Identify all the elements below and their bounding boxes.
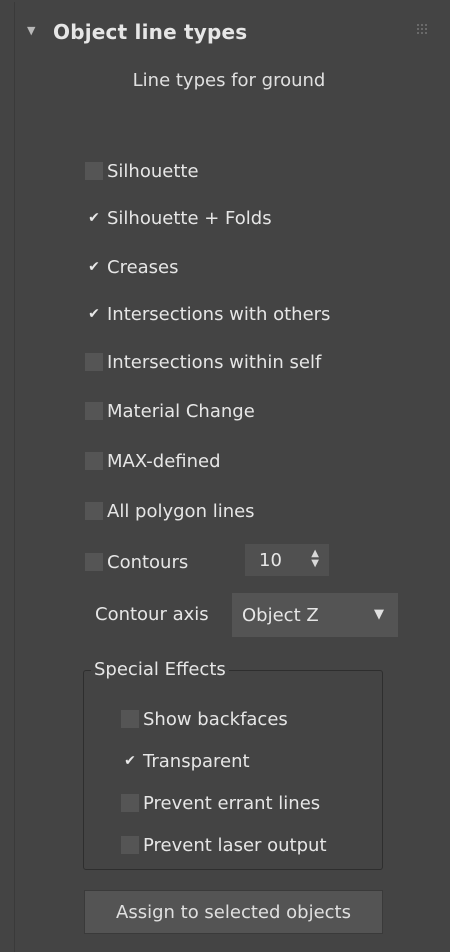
contour-axis-value: Object Z [242,604,319,626]
checkmark-icon[interactable]: ✔ [85,305,103,323]
checkbox-intersections-with-others[interactable]: ✔ Intersections with others [85,301,330,327]
contours-spinner[interactable]: 10 ▲ ▼ [245,544,329,576]
checkbox-box[interactable] [85,353,103,371]
checkmark-icon[interactable]: ✔ [85,209,103,227]
special-effects-title: Special Effects [91,659,229,680]
checkbox-box[interactable] [121,836,139,854]
rollout-title[interactable]: Object line types [53,20,247,44]
dropdown-arrow-icon[interactable]: ▼ [374,607,384,622]
checkbox-box[interactable] [121,710,139,728]
drag-grip-icon[interactable] [417,24,429,36]
checkmark-icon[interactable]: ✔ [121,752,139,770]
checkbox-label: Show backfaces [143,708,288,730]
checkbox-transparent[interactable]: ✔ Transparent [121,748,250,774]
spinner-arrows[interactable]: ▲ ▼ [311,549,319,569]
checkbox-label: Intersections within self [107,351,322,373]
checkbox-box[interactable] [121,794,139,812]
checkbox-silhouette-folds[interactable]: ✔ Silhouette + Folds [85,205,272,231]
checkmark-icon[interactable]: ✔ [85,258,103,276]
checkbox-intersections-within-self[interactable]: Intersections within self [85,349,321,375]
checkbox-label: Contours [107,551,189,573]
checkbox-label: Silhouette [107,160,199,182]
object-line-types-rollout: ▼ Object line types Line types for groun… [14,2,443,952]
checkbox-prevent-errant-lines[interactable]: Prevent errant lines [121,790,320,816]
checkbox-box[interactable] [85,452,103,470]
checkbox-contours[interactable]: Contours [85,549,188,575]
collapse-arrow-icon[interactable]: ▼ [27,24,35,37]
command-panel: ▼ Object line types Line types for groun… [0,0,450,952]
checkbox-label: Creases [107,256,179,278]
checkbox-label: MAX-defined [107,450,221,472]
checkbox-label: Prevent errant lines [143,792,321,814]
checkbox-max-defined[interactable]: MAX-defined [85,448,221,474]
checkbox-label: Material Change [107,400,255,422]
checkbox-box[interactable] [85,502,103,520]
checkbox-all-polygon-lines[interactable]: All polygon lines [85,498,255,524]
checkbox-creases[interactable]: ✔ Creases [85,254,179,280]
rollout-header[interactable]: ▼ Object line types [15,2,443,64]
assign-to-selected-objects-button[interactable]: Assign to selected objects [84,890,383,934]
checkbox-show-backfaces[interactable]: Show backfaces [121,706,288,732]
checkbox-box[interactable] [85,162,103,180]
checkbox-label: All polygon lines [107,500,255,522]
checkbox-box[interactable] [85,402,103,420]
contour-axis-label: Contour axis [95,604,209,625]
checkbox-prevent-laser-output[interactable]: Prevent laser output [121,832,327,858]
checkbox-label: Prevent laser output [143,834,327,856]
contours-spinner-value[interactable]: 10 [259,550,299,571]
subtitle-line-types-for-ground: Line types for ground [132,70,326,91]
checkbox-label: Silhouette + Folds [107,207,272,229]
contour-axis-dropdown[interactable]: Object Z ▼ [232,593,398,637]
checkbox-material-change[interactable]: Material Change [85,398,255,424]
checkbox-label: Transparent [143,750,250,772]
spinner-down-icon[interactable]: ▼ [311,559,319,569]
checkbox-silhouette[interactable]: Silhouette [85,158,199,184]
checkbox-box[interactable] [85,553,103,571]
checkbox-label: Intersections with others [107,303,331,325]
